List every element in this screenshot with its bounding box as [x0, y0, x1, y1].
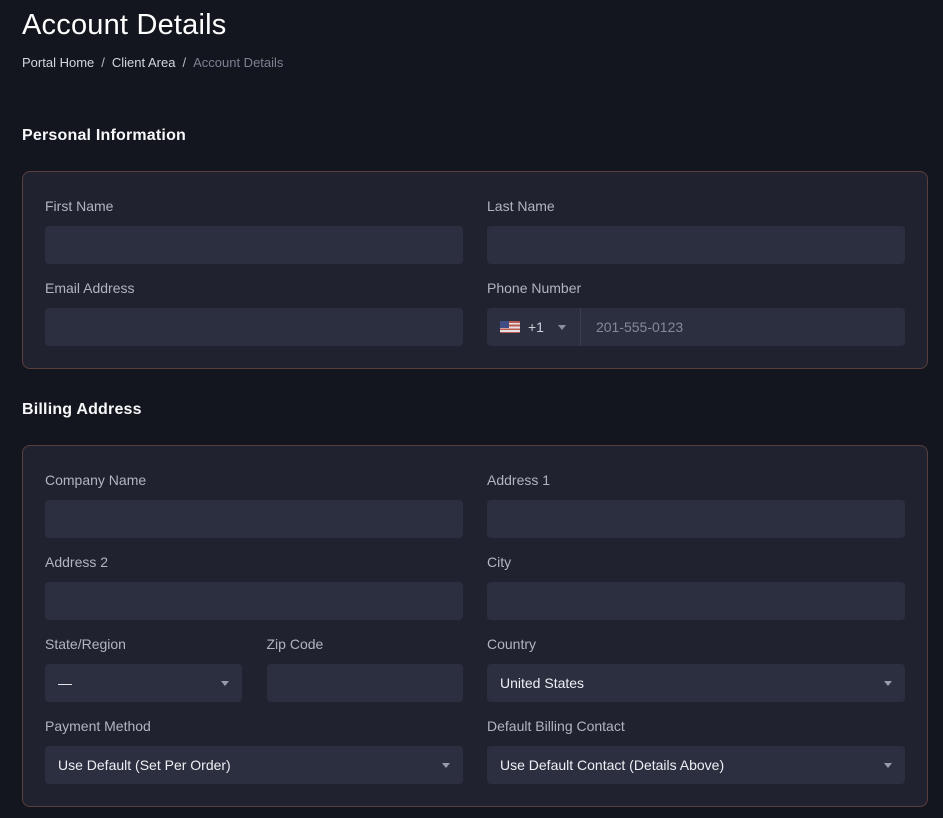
- chevron-down-icon: [884, 763, 892, 768]
- city-input[interactable]: [487, 582, 905, 620]
- payment-method-label: Payment Method: [45, 718, 463, 734]
- personal-information-card: First Name Last Name Email Address Phone…: [22, 171, 928, 369]
- country-select-value: United States: [500, 675, 584, 691]
- first-name-field-group: First Name: [45, 198, 463, 264]
- country-select[interactable]: United States: [487, 664, 905, 702]
- email-input[interactable]: [45, 308, 463, 346]
- chevron-down-icon: [442, 763, 450, 768]
- phone-input[interactable]: [581, 308, 905, 346]
- personal-information-heading: Personal Information: [22, 127, 928, 145]
- address2-field-group: Address 2: [45, 554, 463, 620]
- billing-contact-select-value: Use Default Contact (Details Above): [500, 757, 724, 773]
- billing-address-heading: Billing Address: [22, 401, 928, 419]
- breadcrumb-separator: /: [182, 55, 186, 70]
- payment-method-field-group: Payment Method Use Default (Set Per Orde…: [45, 718, 463, 784]
- zip-field-group: Zip Code: [267, 636, 464, 702]
- billing-contact-label: Default Billing Contact: [487, 718, 905, 734]
- zip-label: Zip Code: [267, 636, 464, 652]
- country-field-group: Country United States: [487, 636, 905, 702]
- company-name-field-group: Company Name: [45, 472, 463, 538]
- account-details-page: Account Details Portal Home / Client Are…: [22, 0, 928, 807]
- city-label: City: [487, 554, 905, 570]
- state-field-group: State/Region —: [45, 636, 242, 702]
- payment-method-select[interactable]: Use Default (Set Per Order): [45, 746, 463, 784]
- phone-field-group: Phone Number +1: [487, 280, 905, 346]
- address1-input[interactable]: [487, 500, 905, 538]
- email-field-group: Email Address: [45, 280, 463, 346]
- address2-label: Address 2: [45, 554, 463, 570]
- phone-country-select[interactable]: +1: [487, 308, 581, 346]
- chevron-down-icon: [221, 681, 229, 686]
- billing-contact-field-group: Default Billing Contact Use Default Cont…: [487, 718, 905, 784]
- billing-contact-select[interactable]: Use Default Contact (Details Above): [487, 746, 905, 784]
- breadcrumb: Portal Home / Client Area / Account Deta…: [22, 55, 928, 70]
- chevron-down-icon: [884, 681, 892, 686]
- breadcrumb-current: Account Details: [193, 55, 283, 70]
- first-name-input[interactable]: [45, 226, 463, 264]
- page-title: Account Details: [22, 0, 928, 42]
- state-select[interactable]: —: [45, 664, 242, 702]
- state-label: State/Region: [45, 636, 242, 652]
- company-name-input[interactable]: [45, 500, 463, 538]
- first-name-label: First Name: [45, 198, 463, 214]
- address1-field-group: Address 1: [487, 472, 905, 538]
- chevron-down-icon: [558, 325, 566, 330]
- dial-code: +1: [528, 319, 544, 335]
- phone-label: Phone Number: [487, 280, 905, 296]
- city-field-group: City: [487, 554, 905, 620]
- payment-method-select-value: Use Default (Set Per Order): [58, 757, 231, 773]
- breadcrumb-separator: /: [101, 55, 105, 70]
- company-name-label: Company Name: [45, 472, 463, 488]
- billing-address-card: Company Name Address 1 Address 2 City St…: [22, 445, 928, 807]
- address1-label: Address 1: [487, 472, 905, 488]
- address2-input[interactable]: [45, 582, 463, 620]
- last-name-input[interactable]: [487, 226, 905, 264]
- country-label: Country: [487, 636, 905, 652]
- us-flag-icon: [500, 321, 520, 333]
- email-label: Email Address: [45, 280, 463, 296]
- last-name-field-group: Last Name: [487, 198, 905, 264]
- breadcrumb-client-area[interactable]: Client Area: [112, 55, 176, 70]
- phone-field: +1: [487, 308, 905, 346]
- last-name-label: Last Name: [487, 198, 905, 214]
- state-zip-row: State/Region — Zip Code: [45, 636, 463, 702]
- breadcrumb-portal-home[interactable]: Portal Home: [22, 55, 94, 70]
- state-select-value: —: [58, 675, 72, 691]
- zip-input[interactable]: [267, 664, 464, 702]
